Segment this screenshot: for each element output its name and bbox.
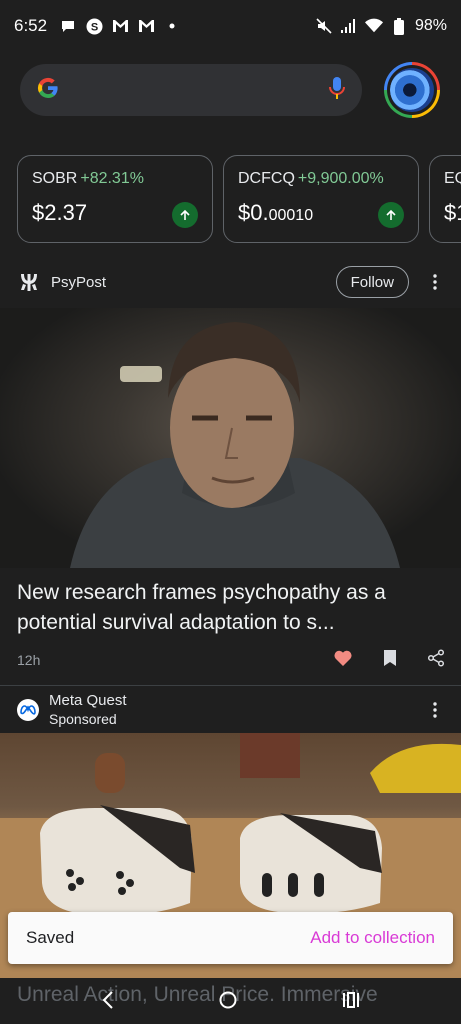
wifi-icon <box>364 17 383 35</box>
snackbar-message: Saved <box>26 928 75 947</box>
mic-icon[interactable] <box>328 76 346 105</box>
meta-logo-icon <box>17 699 39 721</box>
stock-price: $0. <box>238 200 269 225</box>
stock-card[interactable]: SOBR +82.31% $2.37 <box>17 155 213 243</box>
article-time: 12h <box>17 652 41 668</box>
bookmark-icon[interactable] <box>383 649 397 672</box>
stock-price: $2.37 <box>32 200 88 225</box>
article-headline[interactable]: New research frames psychopathy as a pot… <box>17 578 447 638</box>
profile-avatar[interactable] <box>384 62 440 118</box>
source-name[interactable]: PsyPost <box>51 274 106 291</box>
ad-advertiser[interactable]: Meta Quest <box>49 692 127 710</box>
article-source-row: PsyPost Follow <box>17 262 445 302</box>
snackbar: Saved Add to collection <box>8 912 453 964</box>
stock-change: +82.31% <box>80 170 144 187</box>
more-vert-icon[interactable] <box>425 702 445 718</box>
gmail-icon <box>111 17 129 35</box>
battery-icon <box>390 17 408 35</box>
status-time: 6:52 <box>14 16 48 35</box>
arrow-up-icon <box>378 202 404 228</box>
mute-icon <box>315 17 333 35</box>
stock-card[interactable]: DCFCQ +9,900.00% $0.00010 <box>223 155 419 243</box>
recents-icon[interactable] <box>342 991 360 1013</box>
message-bubble-icon <box>59 17 77 35</box>
stock-ticker: SOBR <box>32 170 78 187</box>
share-icon[interactable] <box>427 648 445 672</box>
divider <box>0 685 461 686</box>
search-bar[interactable] <box>20 64 362 116</box>
article-image[interactable] <box>0 308 461 568</box>
signal-icon <box>340 17 358 35</box>
svg-text:S: S <box>90 21 97 33</box>
more-vert-icon[interactable] <box>425 274 445 290</box>
stock-card[interactable]: EQ $1 <box>429 155 461 243</box>
battery-percent: 98% <box>414 17 447 34</box>
sponsored-label: Sponsored <box>49 711 117 727</box>
stock-change: +9,900.00% <box>297 170 384 187</box>
google-g-icon <box>36 76 60 105</box>
status-bar: 6:52 S 98% <box>0 0 461 52</box>
stock-ticker: EQ <box>444 170 461 187</box>
add-to-collection-button[interactable]: Add to collection <box>310 928 435 948</box>
stock-price-fraction: 00010 <box>268 207 314 224</box>
psypost-logo-icon <box>17 270 41 294</box>
dot-icon <box>163 17 181 35</box>
shazam-s-icon: S <box>85 17 103 35</box>
arrow-up-icon <box>172 202 198 228</box>
avatar-image <box>390 68 434 112</box>
ad-source-row: Meta Quest Sponsored <box>17 690 445 730</box>
home-icon[interactable] <box>219 991 237 1014</box>
stock-price: $1 <box>444 200 461 225</box>
system-nav-bar <box>0 980 461 1024</box>
gmail-icon <box>137 17 155 35</box>
heart-icon[interactable] <box>333 649 353 672</box>
follow-button[interactable]: Follow <box>335 266 409 298</box>
article-meta-row: 12h <box>17 646 445 674</box>
stock-carousel[interactable]: SOBR +82.31% $2.37 DCFCQ +9,900.00% $0.000… <box>17 155 461 245</box>
search-row <box>20 62 444 118</box>
back-icon[interactable] <box>102 990 114 1014</box>
stock-ticker: DCFCQ <box>238 170 295 187</box>
